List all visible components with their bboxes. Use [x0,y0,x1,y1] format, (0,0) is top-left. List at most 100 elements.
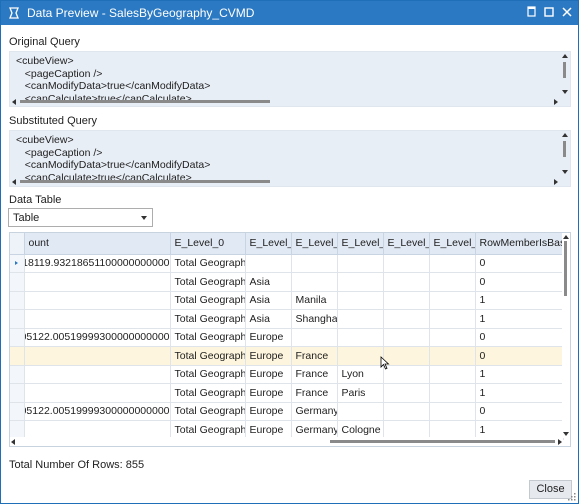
scroll-thumb[interactable] [20,100,270,103]
scroll-up-icon[interactable] [563,235,569,239]
scroll-left-icon[interactable] [12,179,16,185]
table-cell[interactable]: 1 [475,291,564,310]
column-header[interactable]: RowMemberIsBase [475,233,564,255]
scroll-up-icon[interactable] [562,54,568,58]
table-cell[interactable]: 0 [475,328,564,347]
table-cell[interactable] [337,272,384,292]
table-cell[interactable]: Total Geography [170,365,246,384]
column-header[interactable]: E_Level_2 [291,233,338,255]
table-cell[interactable]: 1 [475,309,564,329]
scroll-thumb[interactable] [564,241,567,296]
table-cell[interactable]: Europe [245,402,292,421]
table-cell[interactable]: Total Geography [170,328,246,347]
table-row[interactable]: Total Geography Europe France Lyon 1 [10,365,564,384]
original-query-vscroll[interactable] [560,52,570,96]
table-cell[interactable]: Europe [245,328,292,347]
close-icon[interactable] [560,5,574,19]
scroll-thumb[interactable] [563,141,566,157]
data-grid[interactable]: ountE_Level_0E_Level_1E_Level_2E_Level_3… [9,232,571,447]
table-cell[interactable] [429,272,476,292]
row-header[interactable] [10,309,25,329]
resize-grip-icon[interactable] [568,493,576,501]
column-header[interactable]: E_Level_0 [170,233,246,255]
table-cell[interactable] [337,328,384,347]
row-header[interactable] [10,272,25,292]
maximize-icon[interactable] [542,5,556,19]
table-row[interactable]: Total Geography Asia Manila 1 [10,291,564,310]
close-button[interactable]: Close [529,480,572,499]
table-row[interactable]: Total Geography Europe France 0 [10,346,564,366]
column-header[interactable]: E_Level_3 [337,233,384,255]
scroll-right-icon[interactable] [554,99,558,105]
table-cell[interactable] [24,346,171,366]
table-cell[interactable] [245,254,292,273]
scroll-thumb[interactable] [20,180,270,183]
table-cell[interactable] [429,328,476,347]
column-header[interactable]: ount [24,233,171,255]
table-cell[interactable] [429,291,476,310]
view-type-select[interactable]: Table [8,208,153,227]
table-cell[interactable]: 0 [475,402,564,421]
table-cell[interactable]: France [291,365,338,384]
table-cell[interactable]: 1 [475,365,564,384]
table-cell[interactable] [383,309,430,329]
table-cell[interactable] [291,272,338,292]
table-cell[interactable] [337,291,384,310]
table-row[interactable]: Total Geography Asia Shanghai 1 [10,309,564,329]
table-cell[interactable]: 1 [475,383,564,403]
table-cell[interactable]: Paris [337,383,384,403]
table-cell[interactable]: Total Geography [170,309,246,329]
table-cell[interactable]: Asia [245,309,292,329]
table-row[interactable]: 405122.00519999300000000000 Total Geograp… [10,328,564,347]
substituted-query-vscroll[interactable] [560,131,570,176]
table-cell[interactable]: Total Geography [170,383,246,403]
table-cell[interactable]: 0718119.93218651100000000000 [24,254,171,273]
table-cell[interactable]: Manila [291,291,338,310]
table-cell[interactable]: Total Geography [170,402,246,421]
scroll-right-icon[interactable] [554,179,558,185]
table-cell[interactable] [429,254,476,273]
table-cell[interactable] [429,309,476,329]
row-header[interactable] [10,328,25,347]
column-header[interactable]: E_Level_1 [245,233,292,255]
scroll-down-icon[interactable] [563,432,569,436]
original-query-hscroll[interactable] [10,96,560,106]
grid-horizontal-scrollbar[interactable] [10,437,563,446]
original-query-box[interactable]: <cubeView> <pageCaption /> <canModifyDat… [9,51,571,107]
table-cell[interactable]: Lyon [337,365,384,384]
row-header[interactable] [10,254,25,273]
table-cell[interactable]: France [291,346,338,366]
scroll-up-icon[interactable] [562,133,568,137]
table-cell[interactable]: 405122.00519999300000000000 [24,402,171,421]
table-cell[interactable] [337,346,384,366]
title-bar[interactable]: Data Preview - SalesByGeography_CVMD [1,1,578,25]
table-cell[interactable]: Total Geography [170,291,246,310]
table-cell[interactable] [24,365,171,384]
table-cell[interactable]: Europe [245,383,292,403]
row-header[interactable] [10,346,25,366]
table-cell[interactable] [383,291,430,310]
scroll-thumb[interactable] [563,62,566,78]
table-cell[interactable] [429,346,476,366]
table-row[interactable]: Total Geography Europe France Paris 1 [10,383,564,403]
scroll-thumb[interactable] [330,440,555,443]
table-cell[interactable]: 0 [475,272,564,292]
row-header[interactable] [10,291,25,310]
table-cell[interactable]: Germany [291,402,338,421]
table-cell[interactable]: France [291,383,338,403]
table-cell[interactable] [291,328,338,347]
restore-icon[interactable] [524,5,538,19]
chevron-down-icon[interactable] [141,216,147,220]
table-cell[interactable] [429,365,476,384]
table-cell[interactable]: 405122.00519999300000000000 [24,328,171,347]
table-cell[interactable]: Europe [245,365,292,384]
row-header[interactable] [10,365,25,384]
scroll-right-icon[interactable] [558,439,562,445]
table-cell[interactable]: Asia [245,291,292,310]
substituted-query-box[interactable]: <cubeView> <pageCaption /> <canModifyDat… [9,130,571,187]
grid-vertical-scrollbar[interactable] [562,233,570,438]
table-cell[interactable]: Europe [245,346,292,366]
table-cell[interactable] [337,254,384,273]
row-header[interactable] [10,402,25,421]
table-cell[interactable]: 0 [475,346,564,366]
